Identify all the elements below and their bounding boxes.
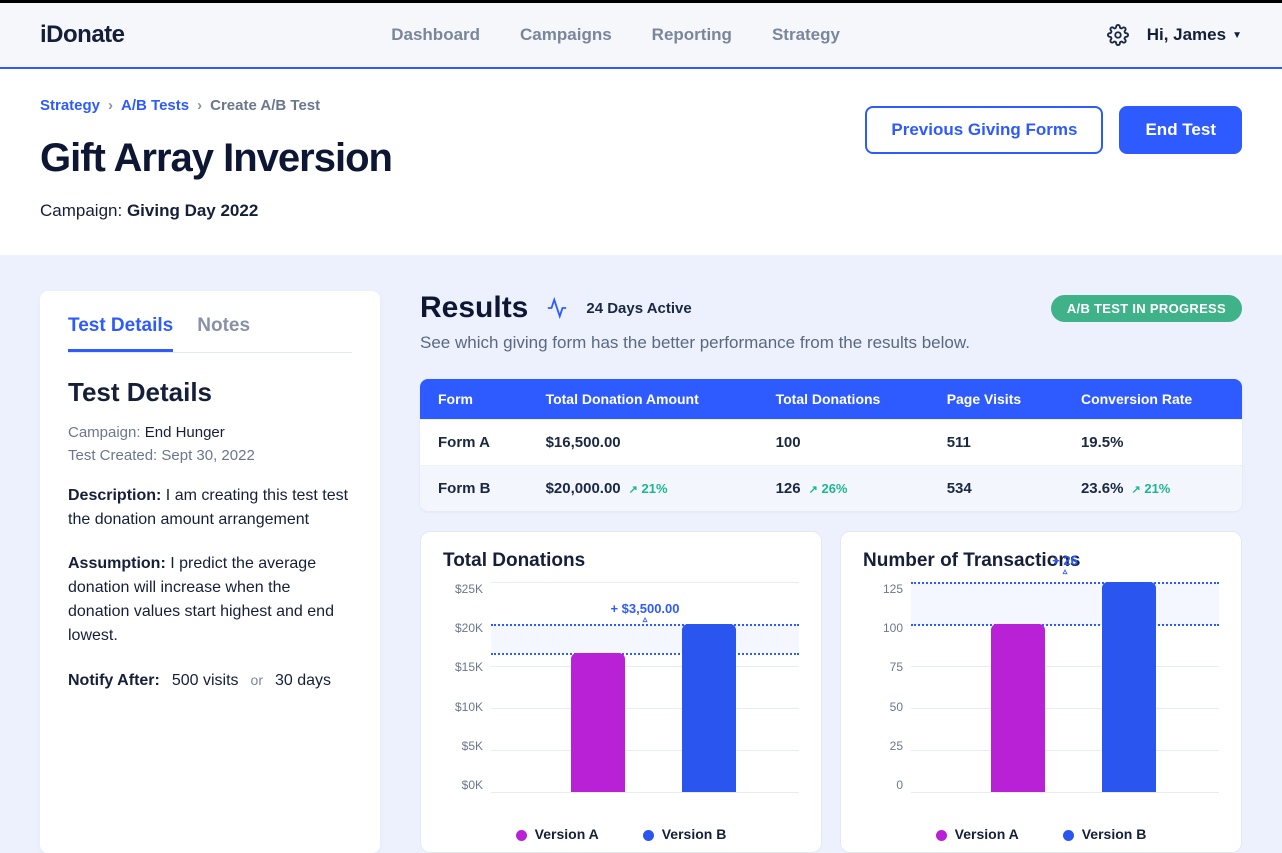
main-nav: Dashboard Campaigns Reporting Strategy: [391, 25, 840, 45]
detail-tabs: Test Details Notes: [68, 315, 352, 353]
gear-icon[interactable]: [1107, 24, 1129, 46]
nav-reporting[interactable]: Reporting: [652, 25, 732, 45]
activity-icon: [546, 297, 568, 319]
chart-annotation: + 26▵: [911, 553, 1219, 574]
table-row: Form B $20,000.00↗ 21% 126↗ 26% 534 23.6…: [420, 466, 1242, 512]
results-header: Results 24 Days Active A/B TEST IN PROGR…: [420, 291, 1242, 325]
chart-legend: Version A Version B: [863, 826, 1219, 842]
chevron-right-icon: ›: [108, 97, 113, 114]
details-notify: Notify After: 500 visits or 30 days: [68, 672, 352, 690]
breadcrumb-strategy[interactable]: Strategy: [40, 97, 100, 114]
breadcrumb-current: Create A/B Test: [210, 97, 320, 114]
th-conv: Conversion Rate: [1063, 379, 1242, 420]
breadcrumb-abtests[interactable]: A/B Tests: [121, 97, 189, 114]
details-assumption: Assumption: I predict the average donati…: [68, 552, 352, 648]
end-test-button[interactable]: End Test: [1119, 106, 1242, 154]
header-actions: Previous Giving Forms End Test: [865, 106, 1242, 154]
y-axis: 125 100 75 50 25 0: [863, 582, 909, 792]
campaign-name: Giving Day 2022: [127, 201, 258, 220]
bar-version-a: [991, 624, 1045, 792]
results-title: Results: [420, 291, 528, 325]
plot-area: + $3,500.00▵: [491, 582, 799, 792]
body: Test Details Notes Test Details Campaign…: [0, 255, 1282, 853]
brand-logo: iDonate: [40, 21, 125, 49]
details-heading: Test Details: [68, 377, 352, 408]
plot-area: + 26▵: [911, 582, 1219, 792]
chart-transactions: Number of Transactions 125 100 75 50 25 …: [840, 531, 1242, 853]
chart-title: Total Donations: [443, 550, 799, 572]
chart-legend: Version A Version B: [443, 826, 799, 842]
nav-strategy[interactable]: Strategy: [772, 25, 840, 45]
user-greeting: Hi, James: [1147, 25, 1226, 45]
campaign-line: Campaign: Giving Day 2022: [40, 201, 1242, 221]
bar-version-b: [1102, 582, 1156, 792]
nav-dashboard[interactable]: Dashboard: [391, 25, 480, 45]
bar-version-a: [571, 653, 625, 792]
tab-test-details[interactable]: Test Details: [68, 315, 173, 352]
th-form: Form: [420, 379, 528, 420]
campaign-label: Campaign:: [40, 201, 122, 220]
th-donations: Total Donations: [758, 379, 929, 420]
nav-campaigns[interactable]: Campaigns: [520, 25, 612, 45]
chevron-down-icon: ▼: [1232, 30, 1242, 41]
delta-up-icon: ↗ 26%: [809, 481, 848, 496]
y-axis: $25K $20K $15K $10K $5K $0K: [443, 582, 489, 792]
status-badge: A/B TEST IN PROGRESS: [1051, 295, 1242, 322]
page-title: Gift Array Inversion: [40, 136, 392, 181]
days-active: 24 Days Active: [586, 300, 691, 317]
charts-row: Total Donations $25K $20K $15K $10K $5K …: [420, 531, 1242, 853]
bar-version-b: [682, 624, 736, 792]
results-section: Results 24 Days Active A/B TEST IN PROGR…: [420, 291, 1242, 853]
test-details-card: Test Details Notes Test Details Campaign…: [40, 291, 380, 853]
user-menu[interactable]: Hi, James ▼: [1147, 25, 1242, 45]
delta-up-icon: ↗ 21%: [1132, 481, 1171, 496]
page-header: Strategy › A/B Tests › Create A/B Test G…: [0, 69, 1282, 255]
previous-forms-button[interactable]: Previous Giving Forms: [865, 106, 1103, 154]
details-description: Description: I am creating this test tes…: [68, 484, 352, 532]
delta-up-icon: ↗ 21%: [629, 481, 668, 496]
details-campaign: Campaign: End Hunger: [68, 424, 352, 441]
results-table: Form Total Donation Amount Total Donatio…: [420, 379, 1242, 511]
tab-notes[interactable]: Notes: [197, 315, 250, 352]
table-row: Form A $16,500.00 100 511 19.5%: [420, 420, 1242, 466]
user-area: Hi, James ▼: [1107, 24, 1242, 46]
topbar: iDonate Dashboard Campaigns Reporting St…: [0, 3, 1282, 69]
details-created: Test Created: Sept 30, 2022: [68, 447, 352, 464]
chart-annotation: + $3,500.00▵: [491, 601, 799, 622]
chevron-right-icon: ›: [197, 97, 202, 114]
th-visits: Page Visits: [929, 379, 1063, 420]
chart-total-donations: Total Donations $25K $20K $15K $10K $5K …: [420, 531, 822, 853]
th-amount: Total Donation Amount: [528, 379, 758, 420]
results-subtitle: See which giving form has the better per…: [420, 333, 1242, 353]
